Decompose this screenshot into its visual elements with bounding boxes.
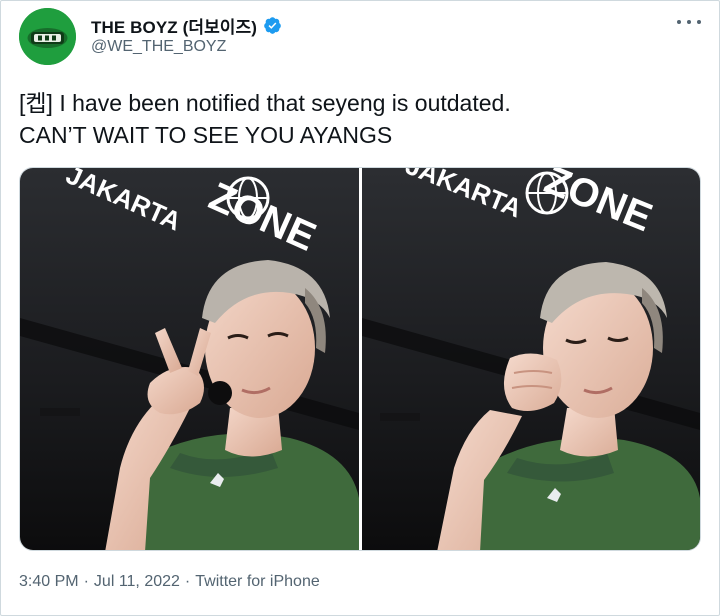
author-handle[interactable]: @WE_THE_BOYZ bbox=[91, 38, 226, 56]
tweet-date[interactable]: Jul 11, 2022 bbox=[94, 573, 180, 591]
tweet-card: THE BOYZ (더보이즈) @WE_THE_BOYZ [켑] I have … bbox=[0, 0, 720, 616]
tweet-text-line-2: CAN’T WAIT TO SEE YOU AYANGS bbox=[19, 122, 393, 148]
media-grid: JAKARTA ZONE JAKARTA ZONE bbox=[19, 167, 701, 551]
author-display-name[interactable]: THE BOYZ (더보이즈) bbox=[91, 13, 257, 38]
tweet-source[interactable]: Twitter for iPhone bbox=[195, 573, 320, 591]
avatar[interactable] bbox=[19, 8, 76, 65]
meta-separator: · bbox=[184, 573, 191, 590]
verified-badge-icon bbox=[263, 16, 282, 35]
author-name-row: THE BOYZ (더보이즈) bbox=[91, 13, 282, 38]
photo-1[interactable]: JAKARTA ZONE bbox=[20, 168, 359, 550]
photo-2[interactable]: JAKARTA ZONE bbox=[361, 168, 701, 550]
more-options-icon[interactable] bbox=[677, 15, 701, 29]
tweet-meta: 3:40 PM · Jul 11, 2022 · Twitter for iPh… bbox=[19, 573, 320, 591]
meta-separator: · bbox=[83, 573, 89, 590]
tweet-text: [켑] I have been notified that seyeng is … bbox=[19, 87, 699, 151]
tweet-text-line-1: [켑] I have been notified that seyeng is … bbox=[19, 90, 511, 116]
tweet-time[interactable]: 3:40 PM bbox=[19, 573, 79, 591]
